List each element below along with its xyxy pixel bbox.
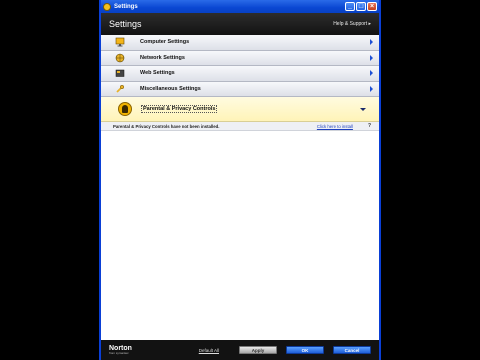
chevron-right-icon: [370, 54, 373, 61]
web-settings-row[interactable]: Web Settings: [101, 66, 379, 82]
wrench-icon: [115, 84, 125, 94]
computer-settings-row[interactable]: Computer Settings: [101, 35, 379, 51]
chevron-right-icon: [370, 70, 373, 77]
computer-settings-label: Computer Settings: [140, 39, 190, 46]
minimize-button[interactable]: _: [345, 2, 355, 11]
footer-bar: Norton from symantec Default All Apply O…: [101, 340, 379, 360]
settings-window: Settings _ □ × Settings Help & Support ▸…: [99, 0, 381, 360]
monitor-icon: [115, 37, 125, 47]
install-link[interactable]: Click here to install: [317, 124, 353, 129]
default-all-link[interactable]: Default All: [199, 348, 219, 353]
apply-button[interactable]: Apply: [239, 346, 277, 354]
parental-controls-icon: [118, 102, 132, 116]
settings-header: Settings Help & Support ▸: [101, 13, 379, 35]
parental-privacy-label: Parental & Privacy Controls: [141, 105, 218, 113]
norton-logo: Norton from symantec: [109, 345, 132, 355]
miscellaneous-settings-row[interactable]: Miscellaneous Settings: [101, 81, 379, 97]
network-settings-label: Network Settings: [140, 54, 185, 61]
title-bar[interactable]: Settings _ □ ×: [101, 0, 379, 13]
cancel-button[interactable]: Cancel: [333, 346, 371, 354]
brand-subtitle: from symantec: [109, 351, 129, 355]
chevron-right-icon: [370, 85, 373, 92]
help-support-link[interactable]: Help & Support ▸: [333, 21, 371, 27]
miscellaneous-settings-label: Miscellaneous Settings: [140, 85, 201, 92]
network-settings-row[interactable]: Network Settings: [101, 50, 379, 66]
not-installed-message: Parental & Privacy Controls have not bee…: [113, 123, 220, 129]
parental-privacy-row[interactable]: Parental & Privacy Controls: [101, 97, 379, 122]
help-question-icon[interactable]: ?: [368, 123, 371, 129]
ok-button[interactable]: OK: [286, 346, 324, 354]
web-folder-icon: [115, 68, 125, 78]
close-button[interactable]: ×: [367, 2, 377, 11]
web-settings-label: Web Settings: [140, 70, 175, 77]
window-title: Settings: [114, 3, 138, 10]
maximize-button[interactable]: □: [356, 2, 366, 11]
parental-info-row: Parental & Privacy Controls have not bee…: [101, 122, 379, 131]
chevron-right-icon: [370, 39, 373, 46]
page-title: Settings: [109, 19, 142, 29]
chevron-down-icon: [360, 107, 366, 111]
globe-network-icon: [115, 53, 125, 63]
norton-app-icon: [103, 2, 111, 11]
